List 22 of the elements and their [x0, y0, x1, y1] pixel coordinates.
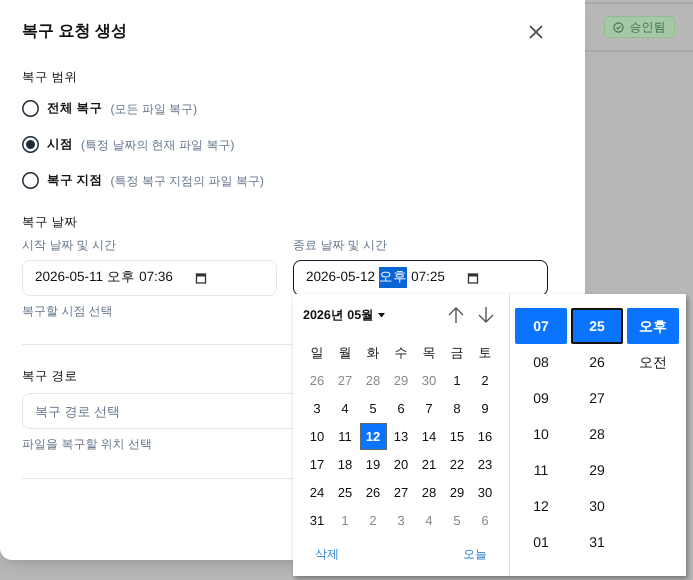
radio-hint: (모든 파일 복구) [110, 100, 198, 118]
section-label: 복구 범위 [22, 69, 78, 86]
section-label: 복구 경로 [22, 368, 78, 384]
weekday-label: 화 [366, 344, 380, 362]
radio-label: 복구 지점 [47, 172, 102, 190]
radio-label: 전체 복구 [47, 100, 102, 118]
weekday-label: 수 [394, 344, 408, 362]
help-text: 복구할 시점 선택 [22, 302, 113, 320]
help-text: 파일을 복구할 위치 선택 [22, 436, 152, 454]
weekday-label: 금 [450, 344, 464, 362]
status-badge: 승인됨 [604, 16, 674, 38]
weekday-label: 토 [478, 344, 492, 362]
radio-label: 시점 [47, 136, 73, 154]
field-label: 종료 날짜 및 시간 [293, 236, 388, 254]
radio-hint: (특정 날짜의 현재 파일 복구) [81, 136, 234, 154]
radio-hint: (특정 복구 지점의 파일 복구) [110, 172, 264, 190]
section-label: 복구 날짜 [22, 214, 78, 231]
weekday-label: 일 [310, 344, 324, 362]
field-label: 시작 날짜 및 시간 [22, 236, 116, 254]
weekday-label: 목 [422, 344, 436, 362]
weekday-label: 월 [338, 344, 352, 362]
dialog-title: 복구 요청 생성 [22, 22, 127, 42]
